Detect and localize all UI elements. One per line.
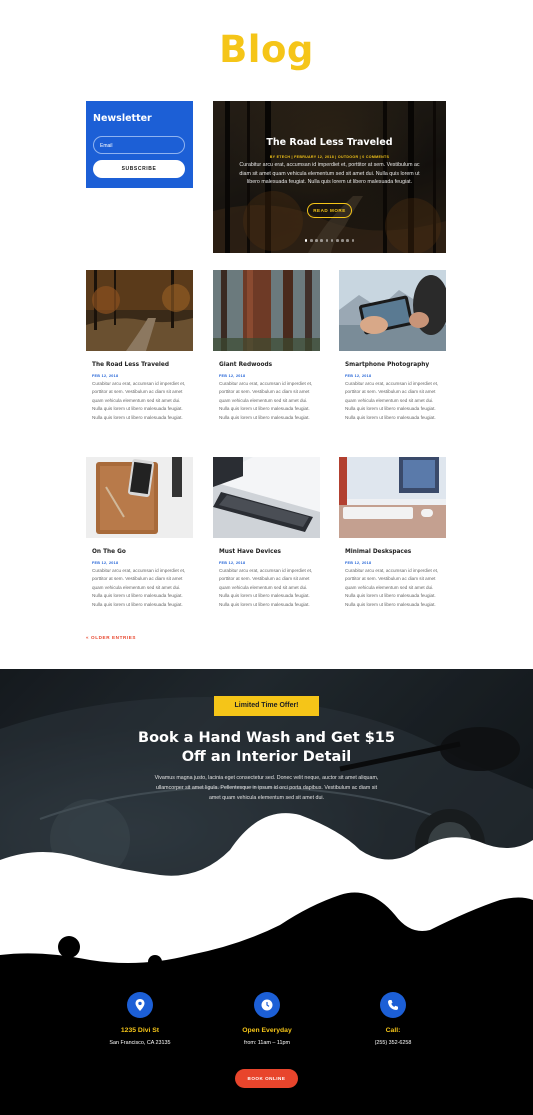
- email-field[interactable]: Email: [93, 136, 185, 154]
- post-date: FEB 12, 2018: [345, 374, 372, 378]
- laptop-keyboard-image: [213, 457, 320, 538]
- featured-post-slider: The Road Less Traveled BY ETECH | FEBRUA…: [213, 101, 446, 253]
- post-date: FEB 12, 2018: [219, 374, 246, 378]
- blog-post-card[interactable]: On The Go FEB 12, 2018 Curabitur arcu er…: [86, 457, 193, 627]
- slider-dot[interactable]: [310, 239, 313, 242]
- featured-post-meta: BY ETECH | FEBRUARY 12, 2018 | OUTDOOR |…: [269, 155, 390, 159]
- address-subtitle: San Francisco, CA 23135: [109, 1040, 171, 1046]
- post-excerpt: Curabitur arcu erat, accumsan id imperdi…: [219, 568, 313, 607]
- slider-dot[interactable]: [325, 239, 329, 242]
- subscribe-button[interactable]: SUBSCRIBE: [93, 160, 185, 178]
- post-thumbnail[interactable]: [339, 270, 446, 351]
- hours-subtitle: from: 11am – 11pm: [244, 1040, 290, 1046]
- newsletter-title: Newsletter: [93, 113, 152, 124]
- blog-post-card[interactable]: Giant Redwoods FEB 12, 2018 Curabitur ar…: [213, 270, 320, 440]
- address-info: 1235 Divi St San Francisco, CA 23135: [70, 992, 210, 1046]
- post-excerpt: Curabitur arcu erat, accumsan id imperdi…: [92, 568, 186, 607]
- book-online-button[interactable]: BOOK ONLINE: [235, 1069, 298, 1088]
- promo-headline: Book a Hand Wash and Get $15 Off an Inte…: [138, 730, 395, 765]
- post-date: FEB 12, 2018: [92, 374, 119, 378]
- featured-post-title[interactable]: The Road Less Traveled: [213, 137, 446, 148]
- phone-title: Call:: [385, 1027, 401, 1034]
- post-excerpt: Curabitur arcu erat, accumsan id imperdi…: [345, 568, 439, 607]
- phone-icon: [380, 992, 406, 1018]
- blog-post-card[interactable]: Minimal Deskspaces FEB 12, 2018 Curabitu…: [339, 457, 446, 627]
- newsletter-box: Newsletter Email SUBSCRIBE: [86, 101, 193, 188]
- post-excerpt: Curabitur arcu erat, accumsan id imperdi…: [345, 381, 439, 420]
- address-title: 1235 Divi St: [120, 1027, 160, 1034]
- limited-offer-badge: Limited Time Offer!: [214, 696, 319, 716]
- promo-text: Vivamus magna justo, lacinia eget consec…: [154, 775, 379, 801]
- page-title: Blog: [219, 28, 314, 71]
- slider-dot[interactable]: [315, 239, 318, 242]
- slider-dot[interactable]: [341, 239, 344, 242]
- older-entries-link[interactable]: « OLDER ENTRIES: [86, 635, 136, 640]
- post-date: FEB 12, 2018: [219, 561, 246, 565]
- slider-dot[interactable]: [330, 239, 334, 242]
- slider-dot[interactable]: [351, 239, 355, 242]
- post-title[interactable]: Giant Redwoods: [219, 362, 272, 368]
- post-thumbnail[interactable]: [86, 457, 193, 538]
- post-thumbnail[interactable]: [86, 270, 193, 351]
- phone-number[interactable]: (255) 352-6258: [323, 1040, 463, 1046]
- post-title[interactable]: Smartphone Photography: [345, 362, 429, 368]
- decorative-dot: [148, 955, 162, 969]
- clock-icon: [254, 992, 280, 1018]
- post-date: FEB 12, 2018: [92, 561, 119, 565]
- post-excerpt: Curabitur arcu erat, accumsan id imperdi…: [219, 381, 313, 420]
- hours-title: Open Everyday: [242, 1027, 292, 1034]
- blog-post-card[interactable]: The Road Less Traveled FEB 12, 2018 Cura…: [86, 270, 193, 440]
- post-date: FEB 12, 2018: [345, 561, 372, 565]
- smartphone-photo-image: [339, 270, 446, 351]
- slider-dot[interactable]: [320, 239, 324, 242]
- post-thumbnail[interactable]: [213, 270, 320, 351]
- post-title[interactable]: Must Have Devices: [219, 549, 281, 555]
- phone-and-notebook-image: [86, 457, 193, 538]
- slider-dots[interactable]: [213, 239, 446, 242]
- post-title[interactable]: Minimal Deskspaces: [345, 549, 411, 555]
- post-thumbnail[interactable]: [339, 457, 446, 538]
- forest-road-image: [86, 270, 193, 351]
- map-pin-icon: [127, 992, 153, 1018]
- post-title[interactable]: On The Go: [92, 549, 126, 555]
- hours-info: Open Everyday from: 11am – 11pm: [197, 992, 337, 1046]
- redwood-trees-image: [213, 270, 320, 351]
- blog-post-card[interactable]: Must Have Devices FEB 12, 2018 Curabitur…: [213, 457, 320, 627]
- post-title[interactable]: The Road Less Traveled: [92, 362, 169, 368]
- blog-post-card[interactable]: Smartphone Photography FEB 12, 2018 Cura…: [339, 270, 446, 440]
- slider-dot[interactable]: [304, 239, 308, 242]
- slider-dot[interactable]: [335, 239, 339, 242]
- decorative-dot: [58, 936, 80, 958]
- slider-dot[interactable]: [346, 239, 349, 242]
- featured-post-excerpt: Curabitur arcu erat, accumsan id imperdi…: [239, 162, 420, 186]
- post-excerpt: Curabitur arcu erat, accumsan id imperdi…: [92, 381, 186, 420]
- post-thumbnail[interactable]: [213, 457, 320, 538]
- desk-keyboard-image: [339, 457, 446, 538]
- read-more-button[interactable]: READ MORE: [307, 203, 352, 218]
- phone-info: Call: (255) 352-6258: [323, 992, 463, 1046]
